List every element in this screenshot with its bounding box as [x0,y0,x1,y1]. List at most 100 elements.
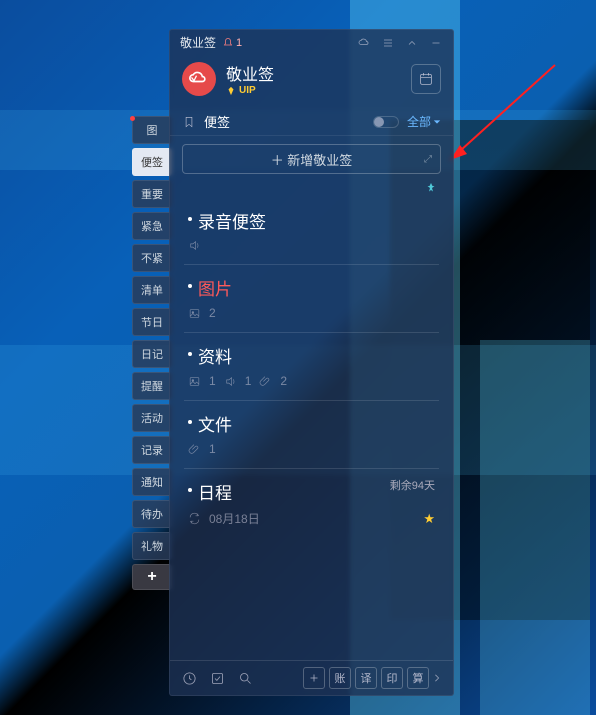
note-title: 录音便签 [198,213,266,232]
minimize-button[interactable] [429,36,443,50]
star-icon: ★ [423,511,435,527]
menu-icon [382,37,394,49]
app-title: 敬业签 [226,61,274,85]
calendar-button[interactable] [411,64,441,94]
tab-notes[interactable]: 便签 [204,112,230,131]
menu-button[interactable] [381,36,395,50]
note-item[interactable]: 资料 1 1 2 [184,332,439,400]
view-toggle[interactable] [373,116,399,128]
attach-count: 1 [209,442,216,456]
side-tab-5[interactable]: 清单 [132,276,172,304]
attachment-icon [259,375,272,388]
titlebar: 敬业签 1 [170,30,453,53]
note-meta: 08月18日 [188,510,435,527]
image-icon [188,307,201,320]
attach-count: 2 [280,374,287,388]
collapse-button[interactable] [405,36,419,50]
footer-more-button[interactable] [433,667,443,689]
checkbox-icon [210,671,225,686]
vip-badge: UIP [226,85,274,96]
speaker-icon [188,239,201,252]
clock-icon [182,671,197,686]
cloud-logo-icon [189,69,209,89]
note-meta [188,239,435,252]
note-meta: 2 [188,306,435,320]
note-title: 文件 [198,416,232,435]
footer-chip-账[interactable]: 账 [329,667,351,689]
search-button[interactable] [236,669,254,687]
note-title: 资料 [198,348,232,367]
expand-icon: ⤢ [424,154,432,165]
side-tab-8[interactable]: 提醒 [132,372,172,400]
side-tab-4[interactable]: 不紧 [132,244,172,272]
audio-count: 1 [245,374,252,388]
side-tab-10[interactable]: 记录 [132,436,172,464]
pin-icon[interactable] [425,182,437,194]
note-badge: 剩余94天 [390,477,435,493]
side-tab-add[interactable]: + [132,564,172,590]
note-item[interactable]: 录音便签 [184,198,439,264]
side-tab-1[interactable]: 便签 [132,148,172,176]
notification-badge[interactable]: 1 [222,37,242,49]
speaker-icon [224,375,237,388]
bullet-icon [188,217,192,221]
side-tab-12[interactable]: 待办 [132,500,172,528]
note-item[interactable]: 图片 2 [184,264,439,332]
app-window: 敬业签 1 敬业签 UIP 便签 [169,29,454,696]
chevron-down-icon [433,118,441,126]
notification-count: 1 [236,37,242,49]
side-tab-13[interactable]: 礼物 [132,532,172,560]
note-meta: 1 1 2 [188,374,435,388]
chevron-right-icon [433,674,441,682]
done-button[interactable] [208,669,226,687]
footer-bar: 账译印算 [170,660,453,695]
side-tab-3[interactable]: 紧急 [132,212,172,240]
side-tab-11[interactable]: 通知 [132,468,172,496]
image-count: 2 [209,306,216,320]
bell-icon [222,37,234,49]
search-icon [238,671,253,686]
side-tab-0[interactable]: 图 [132,116,172,144]
bookmark-icon [182,115,196,129]
calendar-icon [418,71,434,87]
footer-chip-算[interactable]: 算 [407,667,429,689]
cloud-icon [358,37,370,49]
side-tab-9[interactable]: 活动 [132,404,172,432]
bullet-icon [188,488,192,492]
footer-add-button[interactable] [303,667,325,689]
new-note-label: ＋ 新增敬业签 [271,150,353,169]
titlebar-app-name: 敬业签 [180,34,216,51]
image-count: 1 [209,374,216,388]
note-date: 08月18日 [209,510,260,527]
chevron-up-icon [406,37,418,49]
side-tab-2[interactable]: 重要 [132,180,172,208]
app-logo [182,62,216,96]
category-side-tabs: 图便签重要紧急不紧清单节日日记提醒活动记录通知待办礼物 + [132,116,172,590]
note-item[interactable]: 日程 08月18日 剩余94天 ★ [184,468,439,539]
diamond-icon [226,86,236,96]
note-title: 图片 [198,280,232,299]
note-list: 录音便签图片 2 资料 1 1 2 文件 1 日程 08月18日 剩余94天 ★ [170,198,453,660]
note-title: 日程 [198,484,232,503]
attachment-icon [188,443,201,456]
pin-row [170,182,453,198]
sync-button[interactable] [357,36,371,50]
filter-label: 全部 [407,113,431,130]
side-tab-6[interactable]: 节日 [132,308,172,336]
app-header: 敬业签 UIP [170,53,453,108]
note-item[interactable]: 文件 1 [184,400,439,468]
repeat-icon [188,512,201,525]
new-note-button[interactable]: ＋ 新增敬业签 ⤢ [182,144,441,174]
image-icon [188,375,201,388]
history-button[interactable] [180,669,198,687]
bullet-icon [188,284,192,288]
bullet-icon [188,352,192,356]
tabs-row: 便签 全部 [170,108,453,136]
footer-chip-印[interactable]: 印 [381,667,403,689]
minimize-icon [430,37,442,49]
side-tab-7[interactable]: 日记 [132,340,172,368]
footer-chip-译[interactable]: 译 [355,667,377,689]
bullet-icon [188,420,192,424]
note-meta: 1 [188,442,435,456]
filter-dropdown[interactable]: 全部 [407,113,441,130]
